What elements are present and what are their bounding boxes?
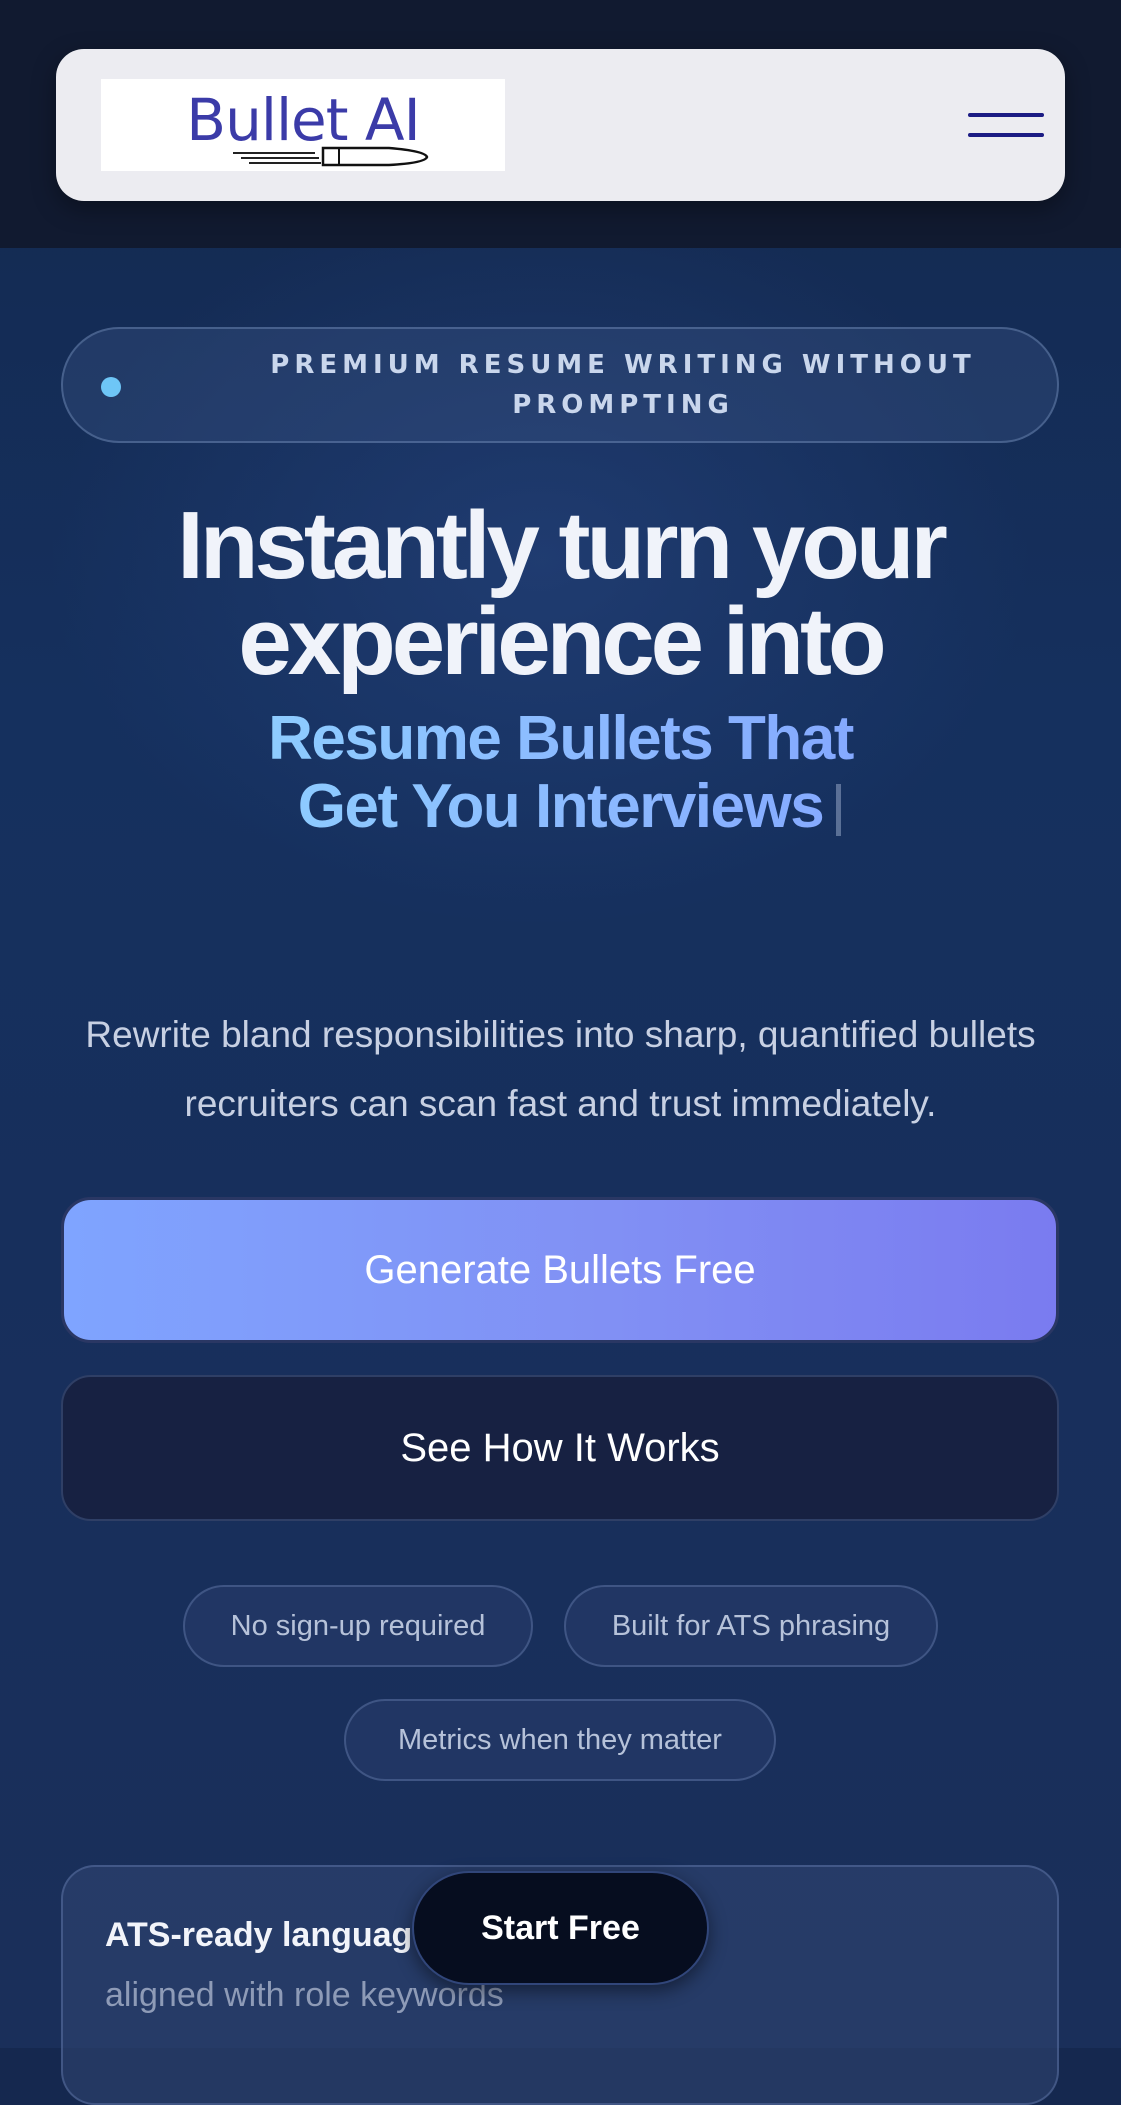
hero-subtitle: Rewrite bland responsibilities into shar… xyxy=(85,1014,1036,1124)
feature-card-description: aligned with role keywords xyxy=(105,1976,504,2014)
start-free-button[interactable]: Start Free xyxy=(412,1871,709,1985)
badge-text: PREMIUM RESUME WRITING WITHOUT PROMPTING xyxy=(270,350,976,420)
top-bar: Bullet AI xyxy=(0,0,1121,248)
feature-chip-metrics: Metrics when they matter xyxy=(344,1699,776,1781)
headline-line-2: experience into xyxy=(238,588,886,695)
hero-badge: PREMIUM RESUME WRITING WITHOUT PROMPTING xyxy=(61,327,1059,443)
feature-chip-no-signup: No sign-up required xyxy=(183,1585,533,1667)
status-dot-icon xyxy=(101,377,121,397)
accent-line-2: Get You Interviews xyxy=(297,772,824,841)
see-how-it-works-button[interactable]: See How It Works xyxy=(61,1375,1059,1521)
feature-card-title: ATS-ready language xyxy=(105,1916,432,1954)
headline-line-1: Instantly turn your xyxy=(177,492,948,599)
bullet-icon xyxy=(233,146,429,167)
hero-headline: Instantly turn your experience into xyxy=(60,498,1061,690)
hamburger-menu-icon[interactable] xyxy=(966,107,1046,143)
accent-line-1: Resume Bullets That xyxy=(268,704,853,773)
hero-accent-headline: Resume Bullets That Get You Interviews xyxy=(60,705,1061,841)
typing-cursor xyxy=(836,784,841,836)
generate-bullets-button[interactable]: Generate Bullets Free xyxy=(61,1197,1059,1343)
navigation-header: Bullet AI xyxy=(56,49,1065,201)
logo[interactable]: Bullet AI xyxy=(101,79,505,171)
feature-chip-ats: Built for ATS phrasing xyxy=(564,1585,938,1667)
